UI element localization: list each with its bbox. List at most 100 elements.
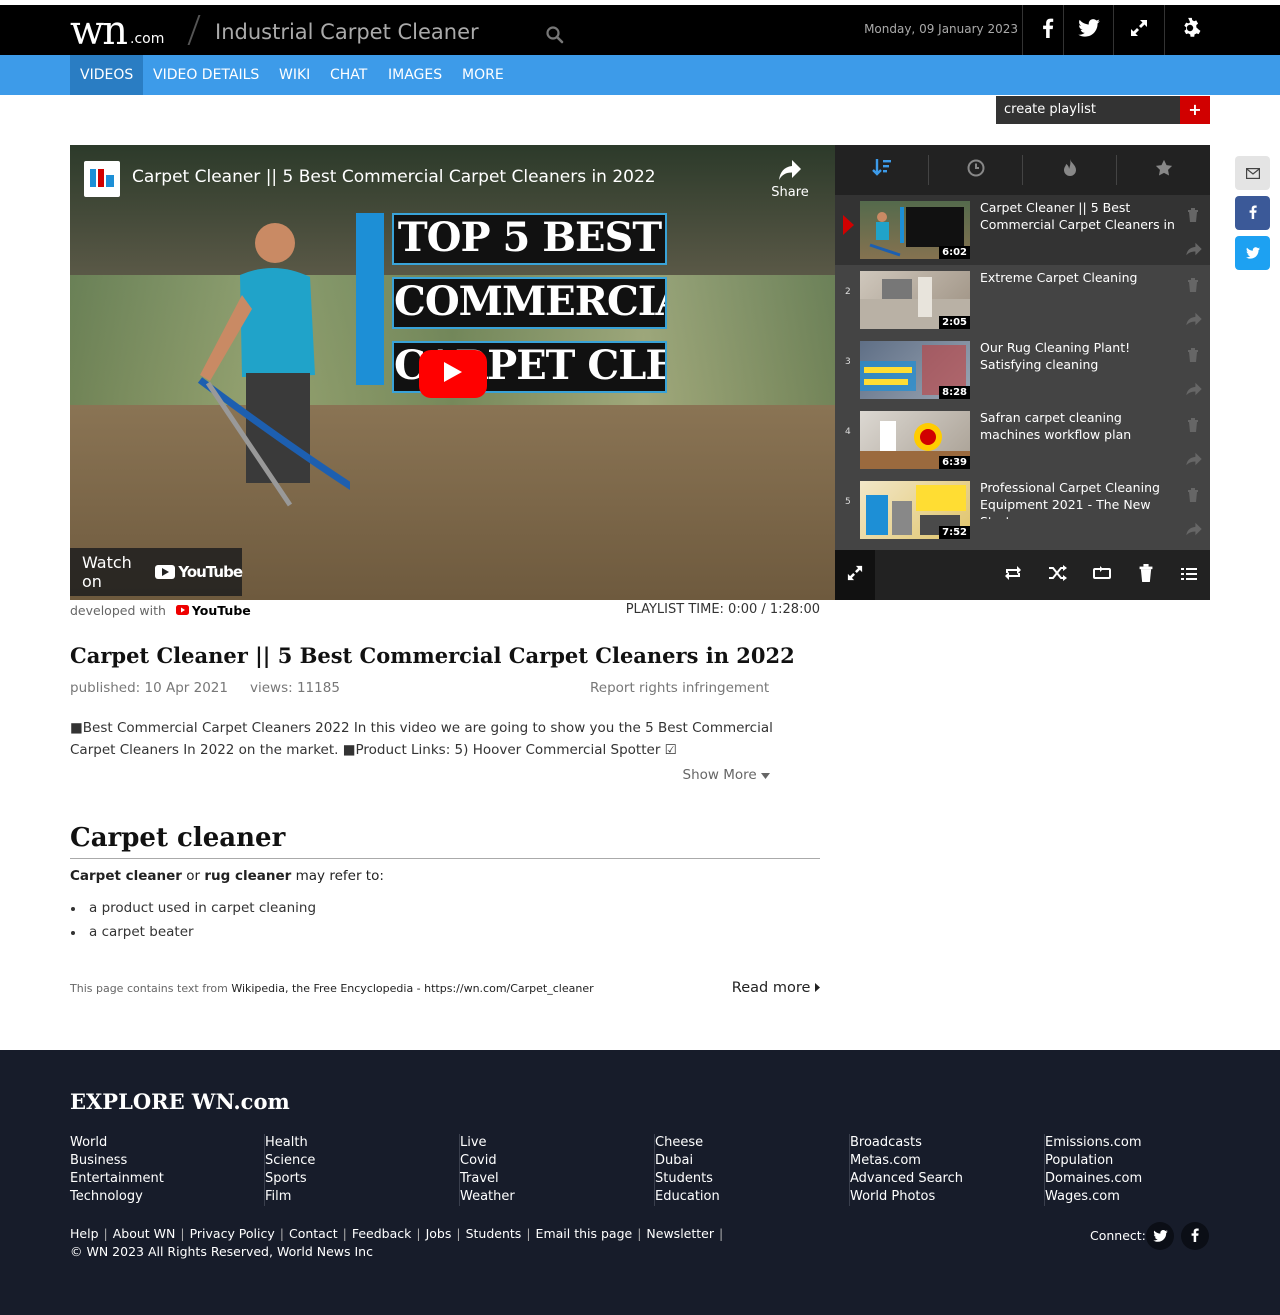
- footer-link[interactable]: World Photos: [850, 1188, 1044, 1206]
- loop-button[interactable]: [1091, 564, 1113, 586]
- footer-link[interactable]: Advanced Search: [850, 1170, 1044, 1188]
- channel-logo[interactable]: [84, 161, 120, 197]
- footer-link[interactable]: Dubai: [655, 1152, 849, 1170]
- footer-link-jobs[interactable]: Jobs: [426, 1226, 452, 1241]
- create-playlist-button[interactable]: +: [1180, 96, 1210, 124]
- play-button[interactable]: [419, 350, 487, 398]
- footer-link[interactable]: World: [70, 1134, 264, 1152]
- twitter-share-button[interactable]: [1235, 236, 1270, 270]
- footer-link[interactable]: Emissions.com: [1045, 1134, 1240, 1152]
- footer-link-feedback[interactable]: Feedback: [352, 1226, 412, 1241]
- wikipedia-link[interactable]: Wikipedia, the Free Encyclopedia - https…: [231, 982, 593, 995]
- report-infringement-link[interactable]: Report rights infringement: [590, 680, 769, 696]
- forward-icon[interactable]: [1185, 381, 1203, 396]
- list-item: a carpet beater: [70, 920, 316, 944]
- forward-icon[interactable]: [1185, 311, 1203, 326]
- tab-recent[interactable]: [929, 145, 1022, 195]
- forward-icon[interactable]: [1185, 521, 1203, 536]
- show-more-link[interactable]: Show More: [600, 767, 770, 783]
- footer-link-email[interactable]: Email this page: [536, 1226, 633, 1241]
- footer-link[interactable]: Population: [1045, 1152, 1240, 1170]
- nav-images[interactable]: IMAGES: [378, 55, 452, 95]
- playlist-item-title: Safran carpet cleaning machines workflow…: [980, 410, 1132, 442]
- trash-icon[interactable]: [1187, 487, 1201, 503]
- create-playlist-input[interactable]: create playlist: [996, 96, 1180, 124]
- nav-more[interactable]: MORE: [452, 55, 514, 95]
- playlist-thumbnail: 8:28: [860, 341, 970, 399]
- twitter-button[interactable]: [1063, 5, 1113, 55]
- playlist-item-number: 5: [845, 497, 851, 507]
- search-icon[interactable]: [545, 25, 565, 45]
- playlist-item[interactable]: 6:02 Carpet Cleaner || 5 Best Commercial…: [835, 195, 1210, 265]
- list-icon: [1181, 566, 1197, 585]
- footer-link[interactable]: Wages.com: [1045, 1188, 1240, 1206]
- trash-icon[interactable]: [1187, 277, 1201, 293]
- youtube-logo: YouTube: [155, 563, 243, 581]
- trash-icon[interactable]: [1187, 207, 1201, 223]
- wiki-list: a product used in carpet cleaning a carp…: [70, 896, 316, 944]
- playlist-item[interactable]: 2 2:05 Extreme Carpet Cleaning: [835, 265, 1210, 335]
- footer-link[interactable]: Students: [655, 1170, 849, 1188]
- footer-link[interactable]: Film: [265, 1188, 459, 1206]
- clear-playlist-button[interactable]: [1135, 564, 1157, 586]
- footer-link[interactable]: Covid: [460, 1152, 654, 1170]
- shuffle-button[interactable]: [1047, 564, 1069, 586]
- youtube-link[interactable]: YouTube: [175, 603, 251, 618]
- footer-link-contact[interactable]: Contact: [289, 1226, 338, 1241]
- watch-on-youtube-button[interactable]: Watch on YouTube: [70, 548, 243, 596]
- footer-link[interactable]: Broadcasts: [850, 1134, 1044, 1152]
- trash-icon[interactable]: [1187, 417, 1201, 433]
- footer-link[interactable]: Cheese: [655, 1134, 849, 1152]
- footer-link-about[interactable]: About WN: [113, 1226, 176, 1241]
- footer-link[interactable]: Education: [655, 1188, 849, 1206]
- nav-chat[interactable]: CHAT: [320, 55, 377, 95]
- footer-link-help[interactable]: Help: [70, 1226, 99, 1241]
- footer-link[interactable]: Technology: [70, 1188, 264, 1206]
- footer-facebook-button[interactable]: [1181, 1222, 1209, 1250]
- footer-link[interactable]: Business: [70, 1152, 264, 1170]
- nav-wiki[interactable]: WIKI: [269, 55, 320, 95]
- forward-icon[interactable]: [1185, 241, 1203, 256]
- footer-link[interactable]: Live: [460, 1134, 654, 1152]
- footer-link[interactable]: Metas.com: [850, 1152, 1044, 1170]
- email-share-button[interactable]: [1235, 156, 1270, 190]
- repeat-button[interactable]: [1002, 564, 1024, 586]
- footer-twitter-button[interactable]: [1146, 1222, 1174, 1250]
- video-title-overlay[interactable]: Carpet Cleaner || 5 Best Commercial Carp…: [132, 167, 656, 187]
- share-button[interactable]: Share: [770, 159, 810, 200]
- list-view-button[interactable]: [1178, 564, 1200, 586]
- footer-link[interactable]: Science: [265, 1152, 459, 1170]
- facebook-share-button[interactable]: [1235, 196, 1270, 230]
- footer-link[interactable]: Travel: [460, 1170, 654, 1188]
- tab-popular[interactable]: [1023, 145, 1116, 195]
- share-label: Share: [771, 185, 809, 200]
- tab-favorites[interactable]: [1117, 145, 1210, 195]
- video-description: ■Best Commercial Carpet Cleaners 2022 In…: [70, 720, 773, 758]
- expand-button[interactable]: [835, 550, 875, 600]
- footer-column: Live Covid Travel Weather: [460, 1134, 655, 1206]
- footer-link-students[interactable]: Students: [466, 1226, 522, 1241]
- footer-link[interactable]: Entertainment: [70, 1170, 264, 1188]
- footer-link[interactable]: Sports: [265, 1170, 459, 1188]
- nav-video-details[interactable]: VIDEO DETAILS: [143, 55, 269, 95]
- fullscreen-button[interactable]: [1113, 5, 1163, 55]
- twitter-icon: [1077, 19, 1100, 41]
- video-player[interactable]: TOP 5 BEST COMMERCIAL CARPET CLEANERS Ca…: [70, 145, 835, 600]
- footer-link-privacy[interactable]: Privacy Policy: [190, 1226, 275, 1241]
- playlist-item[interactable]: 5 7:52 Professional Carpet Cleaning Equi…: [835, 475, 1210, 545]
- footer-link[interactable]: Health: [265, 1134, 459, 1152]
- wn-logo[interactable]: wn .com: [70, 9, 164, 51]
- footer-link-newsletter[interactable]: Newsletter: [646, 1226, 714, 1241]
- trash-icon[interactable]: [1187, 347, 1201, 363]
- tab-sort[interactable]: [835, 145, 928, 195]
- playlist-item[interactable]: 3 8:28 Our Rug Cleaning Plant! Satisfyin…: [835, 335, 1210, 405]
- footer-link[interactable]: Domaines.com: [1045, 1170, 1240, 1188]
- nav-videos[interactable]: VIDEOS: [70, 55, 144, 95]
- playlist-thumbnail: 2:05: [860, 271, 970, 329]
- settings-button[interactable]: [1164, 5, 1214, 55]
- read-more-link[interactable]: Read more: [700, 980, 820, 996]
- title-divider: [187, 15, 201, 45]
- playlist-item[interactable]: 4 6:39 Safran carpet cleaning machines w…: [835, 405, 1210, 475]
- forward-icon[interactable]: [1185, 451, 1203, 466]
- footer-link[interactable]: Weather: [460, 1188, 654, 1206]
